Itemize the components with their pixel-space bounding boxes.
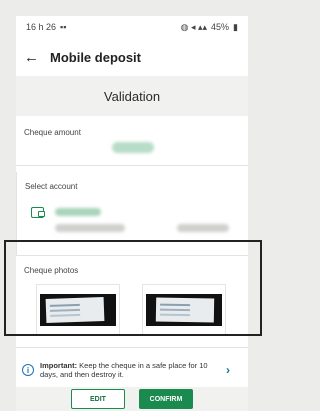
account-balance-redacted: [177, 224, 229, 232]
account-number-redacted: [55, 208, 101, 216]
phone-screen: 16 h 26 ▪▪ ◍ ◂ ▴▴ 45% ▮ ← Mobile deposit…: [16, 16, 248, 411]
edit-button[interactable]: EDIT: [71, 389, 125, 409]
chevron-right-icon: ›: [226, 363, 230, 377]
notice-bold: Important:: [40, 361, 78, 370]
page-title: Mobile deposit: [50, 49, 141, 65]
select-account-label: Select account: [25, 182, 78, 191]
cheque-amount-label: Cheque amount: [24, 128, 81, 137]
status-bar: 16 h 26 ▪▪ ◍ ◂ ▴▴ 45% ▮: [16, 16, 248, 38]
account-name-redacted: [55, 224, 125, 232]
signal-icon: ◍ ◂ ▴▴: [180, 21, 208, 32]
battery-percent: 45%: [211, 22, 230, 32]
confirm-button[interactable]: CONFIRM: [139, 389, 193, 409]
back-arrow-icon[interactable]: ←: [24, 49, 50, 66]
battery-icon: ▮: [233, 21, 238, 32]
status-time: 16 h 26: [26, 22, 57, 32]
notification-icon: ▪▪: [60, 22, 67, 32]
validation-heading: Validation: [16, 76, 248, 116]
cheque-amount-card: Cheque amount: [16, 120, 248, 166]
action-bar: EDIT CONFIRM: [16, 387, 248, 411]
cheque-amount-value-redacted: [112, 142, 154, 153]
wallet-icon: [31, 207, 45, 218]
notice-text: Important: Keep the cheque in a safe pla…: [40, 361, 212, 379]
important-notice[interactable]: i Important: Keep the cheque in a safe p…: [16, 355, 248, 385]
app-bar: ← Mobile deposit: [16, 38, 248, 76]
info-icon: i: [22, 364, 34, 376]
photos-highlight-frame: [4, 240, 262, 336]
